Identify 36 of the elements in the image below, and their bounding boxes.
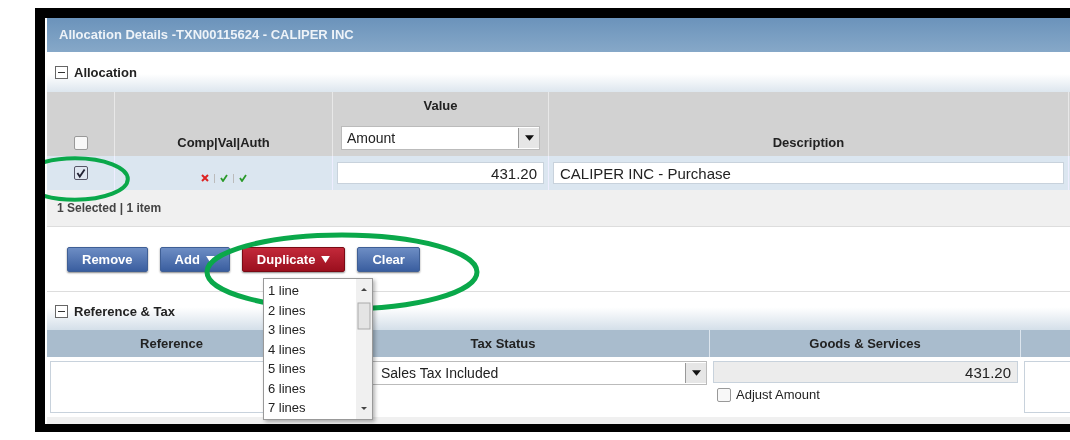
menu-item[interactable]: 2 lines xyxy=(268,300,352,320)
menu-item[interactable]: 4 lines xyxy=(268,339,352,359)
check-icon xyxy=(238,174,247,182)
row-checkbox[interactable] xyxy=(73,166,88,180)
select-all-checkbox[interactable] xyxy=(73,136,88,150)
action-button[interactable]: Clear xyxy=(357,246,420,272)
collapse-icon[interactable] xyxy=(55,304,68,318)
description-field[interactable]: CALIPER INC - Purchase xyxy=(553,162,1064,184)
column-header: Description xyxy=(772,135,845,150)
action-button[interactable]: Remove xyxy=(67,246,148,272)
window-title: Allocation Details -TXN00115624 - CALIPER INC xyxy=(47,18,1070,52)
column-header: Goods & Services xyxy=(809,336,921,351)
section-title: Reference & Tax xyxy=(74,303,175,319)
cross-icon xyxy=(200,174,209,182)
goods-services-field: 431.20 xyxy=(713,361,1018,383)
column-header: Value xyxy=(423,98,458,113)
scrollbar[interactable] xyxy=(356,279,372,419)
selection-count: 1 Selected | 1 item xyxy=(57,201,162,215)
caret-icon xyxy=(691,370,701,376)
value-field[interactable]: 431.20 xyxy=(337,162,544,184)
check-icon xyxy=(219,174,228,182)
section-title: Allocation xyxy=(74,64,137,80)
collapse-icon[interactable] xyxy=(55,65,68,79)
column-header: Reference xyxy=(140,336,203,351)
adjust-amount-checkbox[interactable] xyxy=(717,387,731,402)
menu-button[interactable]: Duplicate xyxy=(241,246,346,272)
column-header: Tax Status xyxy=(470,336,536,351)
menu-item[interactable]: 3 lines xyxy=(268,320,352,340)
column-header: Comp|Val|Auth xyxy=(177,135,270,150)
checkbox-label: Adjust Amount xyxy=(736,387,820,402)
value-type-dropdown[interactable]: Amount xyxy=(341,126,540,150)
text-field[interactable] xyxy=(1024,361,1070,413)
menu-button[interactable]: Add xyxy=(159,246,230,272)
menu-item[interactable]: 7 lines xyxy=(268,398,352,418)
menu-item[interactable]: 1 line xyxy=(268,281,352,301)
caret-icon xyxy=(524,135,534,141)
